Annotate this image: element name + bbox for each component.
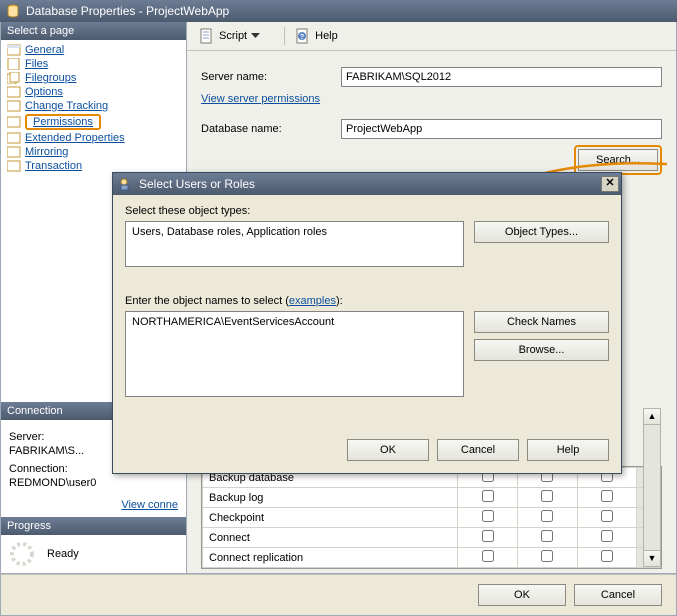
search-button[interactable]: Search...: [578, 149, 658, 171]
help-icon: ?: [295, 28, 311, 44]
progress-header: Progress: [1, 517, 186, 535]
server-name-label: Server name:: [201, 71, 341, 83]
object-types-button[interactable]: Object Types...: [474, 221, 609, 243]
grant-checkbox[interactable]: [482, 550, 494, 562]
db-name-input[interactable]: [341, 119, 662, 139]
withgrant-checkbox[interactable]: [541, 510, 553, 522]
view-connection-link[interactable]: View conne: [9, 499, 178, 511]
dialog-icon: [119, 177, 133, 191]
help-button[interactable]: ? Help: [291, 27, 342, 45]
permissions-table: Backup database Backup log Checkpoint Co…: [201, 466, 662, 569]
object-names-input[interactable]: [125, 311, 464, 397]
deny-checkbox[interactable]: [601, 530, 613, 542]
object-types-label: Select these object types:: [125, 205, 609, 217]
progress-body: Ready: [1, 535, 186, 573]
nav-options[interactable]: Options: [1, 85, 186, 99]
scroll-up-icon[interactable]: ▲: [644, 409, 660, 425]
withgrant-checkbox[interactable]: [541, 550, 553, 562]
db-name-label: Database name:: [201, 123, 341, 135]
object-types-box: Users, Database roles, Application roles: [125, 221, 464, 267]
scrollbar-vertical[interactable]: ▲ ▼: [643, 408, 661, 567]
table-row[interactable]: Connect: [203, 528, 661, 548]
server-name-input[interactable]: [341, 67, 662, 87]
ok-button[interactable]: OK: [478, 584, 566, 606]
view-server-permissions-link[interactable]: View server permissions: [201, 93, 320, 105]
select-users-dialog: Select Users or Roles ✕ Select these obj…: [112, 172, 622, 474]
nav-extended-properties[interactable]: Extended Properties: [1, 131, 186, 145]
table-row[interactable]: Backup log: [203, 488, 661, 508]
grant-checkbox[interactable]: [482, 510, 494, 522]
nav-transaction[interactable]: Transaction: [1, 159, 186, 173]
dialog-cancel-button[interactable]: Cancel: [437, 439, 519, 461]
window-titlebar: Database Properties - ProjectWebApp: [0, 0, 677, 22]
database-icon: [6, 4, 20, 18]
connection-value: REDMOND\user0: [9, 477, 178, 489]
dropdown-icon: [251, 33, 260, 39]
object-names-label: Enter the object names to select (exampl…: [125, 295, 609, 307]
dialog-titlebar: Select Users or Roles ✕: [113, 173, 621, 195]
nav-mirroring[interactable]: Mirroring: [1, 145, 186, 159]
deny-checkbox[interactable]: [601, 550, 613, 562]
toolbar-separator: [284, 27, 285, 45]
nav-filegroups[interactable]: Filegroups: [1, 71, 186, 85]
window-title: Database Properties - ProjectWebApp: [26, 4, 229, 18]
progress-ring-icon: [9, 541, 35, 567]
table-row[interactable]: Checkpoint: [203, 508, 661, 528]
withgrant-checkbox[interactable]: [541, 490, 553, 502]
select-page-header: Select a page: [1, 22, 186, 40]
withgrant-checkbox[interactable]: [541, 530, 553, 542]
browse-button[interactable]: Browse...: [474, 339, 609, 361]
toolbar: Script ? Help: [187, 22, 676, 51]
close-button[interactable]: ✕: [601, 176, 619, 192]
script-button[interactable]: Script: [195, 27, 268, 45]
page-nav: General Files Filegroups Options Change …: [1, 40, 186, 176]
check-names-button[interactable]: Check Names: [474, 311, 609, 333]
script-icon: [199, 28, 215, 44]
grant-checkbox[interactable]: [482, 490, 494, 502]
nav-files[interactable]: Files: [1, 57, 186, 71]
scroll-down-icon[interactable]: ▼: [644, 550, 660, 566]
progress-text: Ready: [47, 548, 79, 560]
dialog-ok-button[interactable]: OK: [347, 439, 429, 461]
examples-link[interactable]: examples: [289, 295, 336, 307]
deny-checkbox[interactable]: [601, 510, 613, 522]
table-row[interactable]: Connect replication▼: [203, 548, 661, 568]
nav-permissions[interactable]: Permissions: [1, 113, 186, 131]
grant-checkbox[interactable]: [482, 530, 494, 542]
dialog-title: Select Users or Roles: [139, 177, 255, 191]
svg-text:?: ?: [300, 34, 304, 41]
cancel-button[interactable]: Cancel: [574, 584, 662, 606]
nav-change-tracking[interactable]: Change Tracking: [1, 99, 186, 113]
dialog-help-button[interactable]: Help: [527, 439, 609, 461]
deny-checkbox[interactable]: [601, 490, 613, 502]
window-button-bar: OK Cancel: [0, 574, 677, 616]
nav-general[interactable]: General: [1, 43, 186, 57]
search-button-highlight: Search...: [574, 145, 662, 175]
